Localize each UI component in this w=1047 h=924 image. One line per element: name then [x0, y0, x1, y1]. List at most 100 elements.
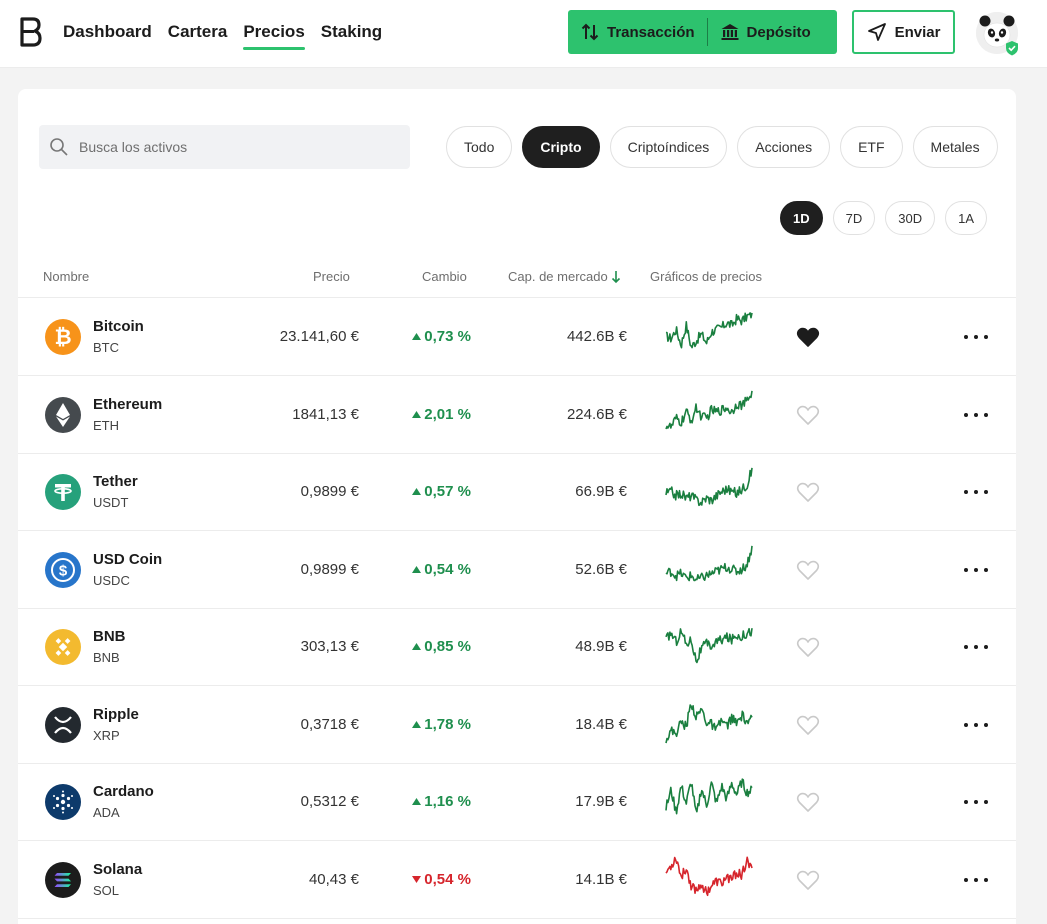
triangle-up-icon — [412, 720, 422, 728]
asset-name: USD Coin — [93, 550, 163, 568]
asset-change-value: 0,73 % — [424, 328, 471, 345]
transaction-button[interactable]: Transacción — [568, 10, 707, 54]
asset-price: 303,13 € — [300, 638, 359, 655]
column-change[interactable]: Cambio — [422, 269, 467, 284]
filter-metales[interactable]: Metales — [912, 126, 998, 168]
asset-row[interactable]: Ethereum ETH 1841,13 € 2,01 % 224.6B € — [18, 376, 1016, 454]
filter-acciones[interactable]: Acciones — [737, 126, 831, 168]
asset-row[interactable]: Cardano ADA 0,5312 € 1,16 % 17.9B € — [18, 763, 1016, 841]
table-header: Nombre Precio Cambio Cap. de mercado Grá… — [18, 269, 1016, 299]
asset-name: Bitcoin — [93, 318, 144, 335]
asset-change: 2,01 % — [412, 406, 471, 423]
solana-icon — [45, 861, 81, 898]
asset-market-cap: 442.6B € — [566, 328, 627, 345]
asset-market-cap: 224.6B € — [566, 405, 627, 423]
triangle-up-icon — [412, 488, 422, 495]
column-market-cap[interactable]: Cap. de mercado — [508, 269, 621, 284]
period-7d[interactable]: 7D — [832, 201, 876, 235]
verified-shield-icon — [1006, 41, 1018, 56]
heart-outline-icon[interactable] — [796, 791, 820, 813]
heart-outline-icon[interactable] — [796, 404, 820, 426]
period-30d[interactable]: 30D — [885, 201, 936, 235]
more-options-icon[interactable] — [964, 871, 988, 889]
triangle-down-icon — [412, 875, 422, 883]
asset-change: 1,78 % — [412, 716, 471, 733]
asset-row[interactable]: Solana SOL 40,43 € 0,54 % 14.1B € — [18, 841, 1016, 919]
asset-row[interactable]: Ripple XRP 0,3718 € 1,78 % 18.4B € — [18, 686, 1016, 764]
more-options-icon[interactable] — [964, 406, 988, 424]
send-arrow-icon — [867, 23, 886, 41]
transaction-label: Transacción — [607, 23, 695, 41]
cardano-icon — [45, 784, 81, 820]
nav-dashboard[interactable]: Dashboard — [63, 22, 152, 48]
asset-change: 0,54 % — [412, 871, 471, 888]
asset-change: 1,16 % — [412, 793, 471, 810]
avatar[interactable] — [976, 12, 1018, 56]
filter-cripto[interactable]: Cripto — [522, 126, 600, 168]
asset-price: 0,3718 € — [300, 715, 359, 733]
asset-price: 0,5312 € — [300, 793, 359, 810]
asset-row[interactable]: ₿ Bitcoin BTC 23.141,60 € 0,73 % 442.6B … — [18, 298, 1016, 376]
heart-outline-icon[interactable] — [796, 559, 820, 581]
asset-price: 40,43 € — [308, 870, 359, 888]
more-options-icon[interactable] — [964, 638, 988, 656]
period-selector: 1D 7D 30D 1A — [780, 201, 988, 235]
column-name[interactable]: Nombre — [43, 269, 89, 284]
asset-market-cap: 18.4B € — [575, 715, 627, 733]
asset-symbol: XRP — [93, 727, 120, 743]
filter-todo[interactable]: Todo — [446, 126, 513, 168]
ripple-icon — [45, 706, 81, 743]
bank-icon — [721, 24, 739, 40]
more-options-icon[interactable] — [964, 716, 988, 734]
price-sparkline — [665, 627, 753, 664]
more-options-icon[interactable] — [964, 793, 988, 811]
heart-filled-icon[interactable] — [796, 326, 820, 348]
heart-outline-icon[interactable] — [796, 481, 820, 503]
triangle-up-icon — [412, 410, 422, 418]
heart-outline-icon[interactable] — [796, 636, 820, 658]
asset-row[interactable]: Tether USDT 0,9899 € 0,57 % 66.9B € — [18, 453, 1016, 531]
triangle-up-icon — [412, 333, 422, 340]
search-icon — [50, 138, 68, 156]
asset-market-cap: 48.9B € — [575, 638, 627, 655]
price-sparkline — [665, 312, 753, 349]
triangle-up-icon — [412, 643, 422, 650]
search-input[interactable] — [79, 139, 379, 155]
period-1d[interactable]: 1D — [780, 201, 823, 235]
filter-criptoindices[interactable]: Criptoíndices — [609, 126, 728, 168]
column-price[interactable]: Precio — [313, 269, 350, 284]
usd-coin-icon: $ — [45, 551, 81, 588]
asset-change-value: 0,54 % — [424, 870, 471, 888]
nav-precios[interactable]: Precios — [243, 22, 306, 50]
nav-staking[interactable]: Staking — [321, 22, 382, 48]
asset-change-value: 1,78 % — [424, 715, 471, 733]
asset-row[interactable]: BNB BNB 303,13 € 0,85 % 48.9B € — [18, 608, 1016, 686]
asset-price: 1841,13 € — [292, 405, 359, 423]
nav-cartera[interactable]: Cartera — [168, 22, 228, 48]
asset-change: 0,73 % — [412, 328, 471, 345]
period-1a[interactable]: 1A — [945, 201, 988, 235]
search-box[interactable] — [39, 125, 410, 169]
heart-outline-icon[interactable] — [796, 714, 820, 736]
asset-change: 0,85 % — [412, 638, 471, 655]
bitcoin-icon: ₿ — [45, 319, 81, 355]
sort-down-arrow-icon — [611, 270, 620, 283]
more-options-icon[interactable] — [964, 483, 988, 501]
asset-symbol: ADA — [93, 805, 120, 820]
asset-row[interactable]: $ USD Coin USDC 0,9899 € 0,54 % 52.6B € — [18, 531, 1016, 609]
heart-outline-icon[interactable] — [796, 869, 820, 891]
more-options-icon[interactable] — [964, 561, 988, 579]
bitpanda-logo[interactable] — [18, 16, 42, 48]
transaction-deposit-group: Transacción Depósito — [568, 10, 837, 54]
send-button[interactable]: Enviar — [852, 10, 955, 54]
price-sparkline — [665, 856, 753, 896]
more-options-icon[interactable] — [964, 328, 988, 346]
svg-text:₿: ₿ — [54, 326, 71, 349]
column-market-cap-label: Cap. de mercado — [508, 269, 608, 284]
asset-price: 23.141,60 € — [279, 328, 359, 345]
asset-market-cap: 52.6B € — [575, 560, 627, 578]
asset-market-cap: 66.9B € — [575, 483, 627, 500]
deposit-button[interactable]: Depósito — [708, 10, 823, 54]
filter-etf[interactable]: ETF — [840, 126, 903, 168]
price-sparkline — [665, 703, 753, 743]
